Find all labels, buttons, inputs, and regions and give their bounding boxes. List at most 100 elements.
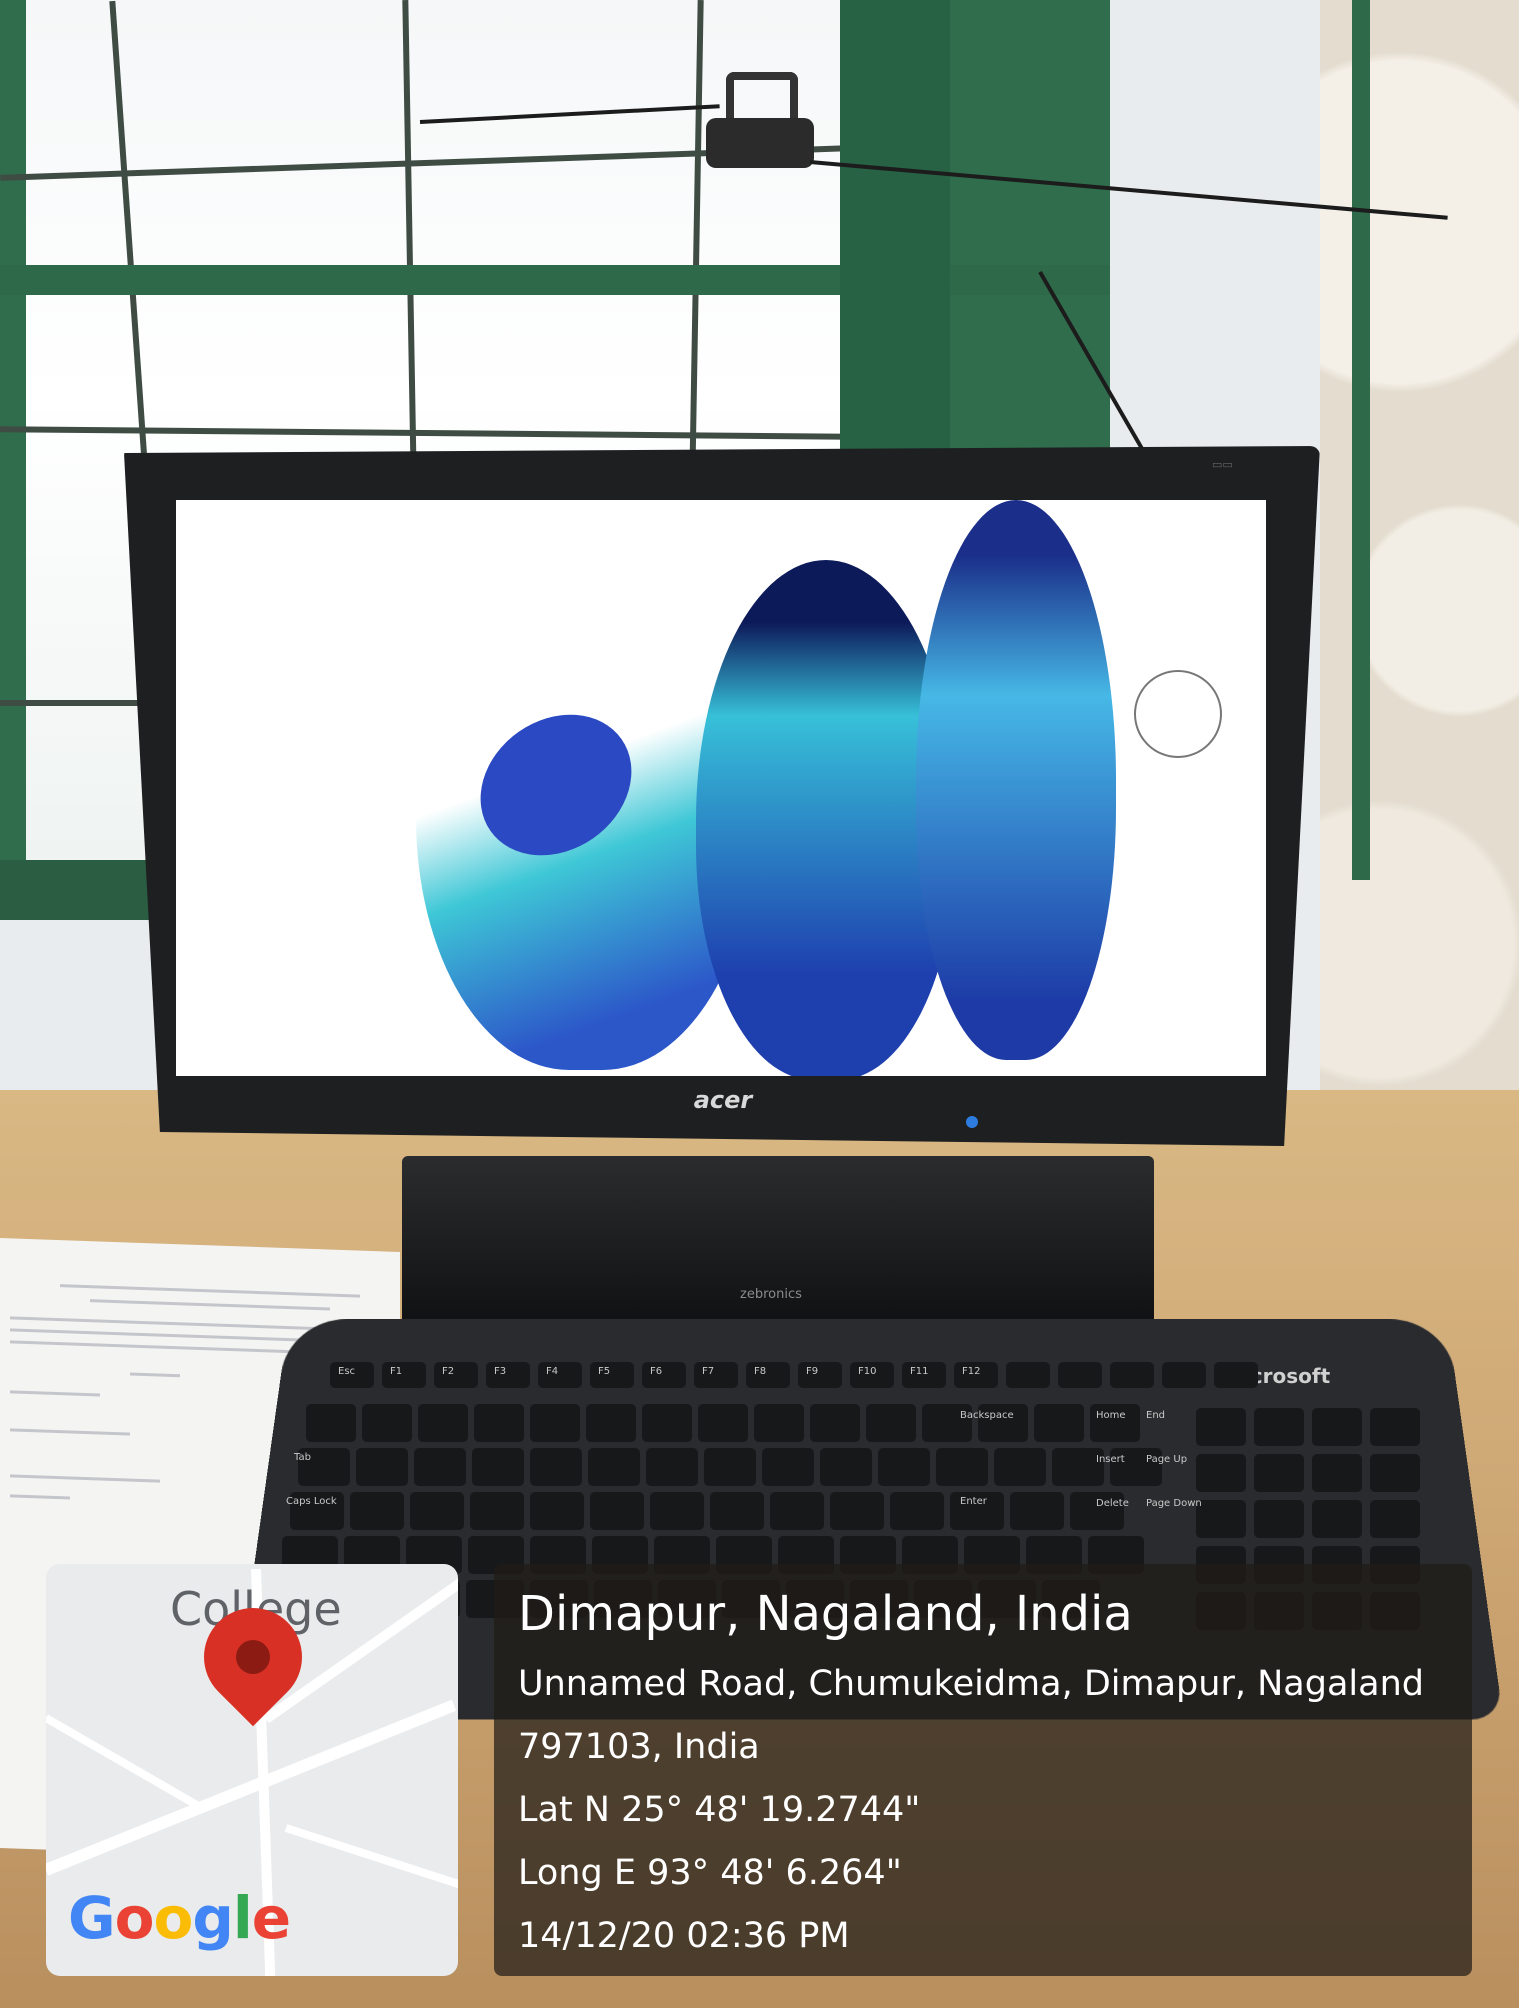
keyboard-key-label: Page Down	[1146, 1498, 1202, 1509]
keyboard-key	[994, 1448, 1046, 1486]
monitor-badge: ▭▭	[1212, 458, 1233, 471]
latitude-text: Lat N 25° 48' 19.2744"	[518, 1790, 921, 1830]
keyboard-key	[704, 1448, 756, 1486]
keyboard-key-label: F9	[806, 1366, 819, 1377]
location-title: Dimapur, Nagaland, India	[518, 1586, 1133, 1642]
geotag-info-panel: Dimapur, Nagaland, India Unnamed Road, C…	[494, 1564, 1472, 1976]
keyboard-key	[590, 1492, 644, 1530]
keyboard-key	[530, 1492, 584, 1530]
keyboard-key	[878, 1448, 930, 1486]
keyboard-key-label: Enter	[960, 1496, 987, 1507]
map-thumbnail: College Google	[46, 1564, 458, 1976]
keyboard-key	[694, 1362, 738, 1388]
numpad-key	[1196, 1408, 1246, 1446]
keyboard-key-label: Backspace	[960, 1410, 1014, 1421]
google-logo-letter: e	[251, 1884, 291, 1952]
keyboard-key	[590, 1362, 634, 1388]
keyboard-key-label: F2	[442, 1366, 455, 1377]
curtain	[1320, 0, 1519, 1110]
keyboard-key-label: F7	[702, 1366, 715, 1377]
paper-text-line	[130, 1372, 180, 1378]
keyboard-key-label: F5	[598, 1366, 611, 1377]
keyboard-key-label: F6	[650, 1366, 663, 1377]
keyboard-key	[588, 1448, 640, 1486]
keyboard-key-label: F12	[962, 1366, 981, 1377]
keyboard-key	[746, 1362, 790, 1388]
keyboard-key	[410, 1492, 464, 1530]
numpad-key	[1370, 1454, 1420, 1492]
paper-text-line	[10, 1390, 100, 1397]
longitude-text: Long E 93° 48' 6.264"	[518, 1853, 902, 1893]
keyboard-key	[1010, 1492, 1064, 1530]
google-logo-letter: G	[68, 1884, 116, 1952]
keyboard-key-label: Home	[1096, 1410, 1126, 1421]
keyboard-key	[418, 1404, 468, 1442]
google-logo-letter: g	[192, 1884, 234, 1952]
numpad-key	[1312, 1500, 1362, 1538]
keyboard-key-label: Delete	[1096, 1498, 1129, 1509]
keyboard-key	[1058, 1362, 1102, 1388]
keyboard-key-label: Esc	[338, 1366, 356, 1377]
timestamp-text: 14/12/20 02:36 PM	[518, 1916, 850, 1956]
keyboard-key	[866, 1404, 916, 1442]
keyboard-key	[414, 1448, 466, 1486]
monitor-screen	[176, 500, 1266, 1076]
keyboard-key	[362, 1404, 412, 1442]
keyboard-key	[356, 1448, 408, 1486]
photo-scene: ▭▭ acer zebronics Microsoft Esc F1 F2 F3 F4 F…	[0, 0, 1519, 2008]
power-led	[966, 1116, 978, 1128]
keyboard-key	[754, 1404, 804, 1442]
keyboard-key-label: F8	[754, 1366, 767, 1377]
keyboard-key-label: F1	[390, 1366, 403, 1377]
address-line-2: 797103, India	[518, 1727, 760, 1767]
numpad-key	[1312, 1408, 1362, 1446]
keyboard-key	[890, 1492, 944, 1530]
map-road	[284, 1824, 458, 1900]
keyboard-key-label: F3	[494, 1366, 507, 1377]
paper-text-line	[10, 1474, 160, 1483]
screen-cursor-circle	[1134, 670, 1222, 758]
keyboard-key	[798, 1362, 842, 1388]
webcam	[706, 118, 814, 168]
keyboard-key	[810, 1404, 860, 1442]
paper-text-line	[10, 1494, 70, 1500]
keyboard-key	[936, 1448, 988, 1486]
keyboard-key	[820, 1448, 872, 1486]
google-logo-letter: l	[232, 1884, 253, 1952]
map-pin-dot	[236, 1640, 270, 1674]
keyboard-key	[530, 1404, 580, 1442]
map-road	[46, 1699, 457, 1876]
keyboard-key-label: Caps Lock	[286, 1496, 337, 1507]
keyboard-key-label: F11	[910, 1366, 929, 1377]
numpad-key	[1254, 1408, 1304, 1446]
keyboard-key	[586, 1404, 636, 1442]
paper-text-line	[60, 1284, 360, 1298]
numpad-key	[1196, 1500, 1246, 1538]
keyboard-key	[1110, 1362, 1154, 1388]
keyboard-key	[646, 1448, 698, 1486]
acer-logo: acer	[693, 1086, 753, 1114]
keyboard-key-label: F10	[858, 1366, 877, 1377]
keyboard-key	[698, 1404, 748, 1442]
keyboard-key	[762, 1448, 814, 1486]
keyboard-key	[1214, 1362, 1258, 1388]
google-logo-letter: o	[114, 1884, 155, 1952]
keyboard-key-label: F4	[546, 1366, 559, 1377]
keyboard-key	[486, 1362, 530, 1388]
numpad-key	[1254, 1454, 1304, 1492]
numpad-key	[1254, 1500, 1304, 1538]
keyboard-key	[830, 1492, 884, 1530]
keyboard-key	[530, 1448, 582, 1486]
keyboard-key-label: End	[1146, 1410, 1166, 1421]
keyboard-key	[306, 1404, 356, 1442]
keyboard-key	[1162, 1362, 1206, 1388]
keyboard-key	[474, 1404, 524, 1442]
speaker-brand: zebronics	[740, 1287, 802, 1302]
keyboard-key-label: Page Up	[1146, 1454, 1188, 1465]
keyboard-key	[382, 1362, 426, 1388]
numpad-key	[1196, 1454, 1246, 1492]
address-line-1: Unnamed Road, Chumukeidma, Dimapur, Naga…	[518, 1664, 1424, 1704]
keyboard-key	[538, 1362, 582, 1388]
google-logo: Google	[68, 1884, 291, 1952]
keyboard-key	[434, 1362, 478, 1388]
